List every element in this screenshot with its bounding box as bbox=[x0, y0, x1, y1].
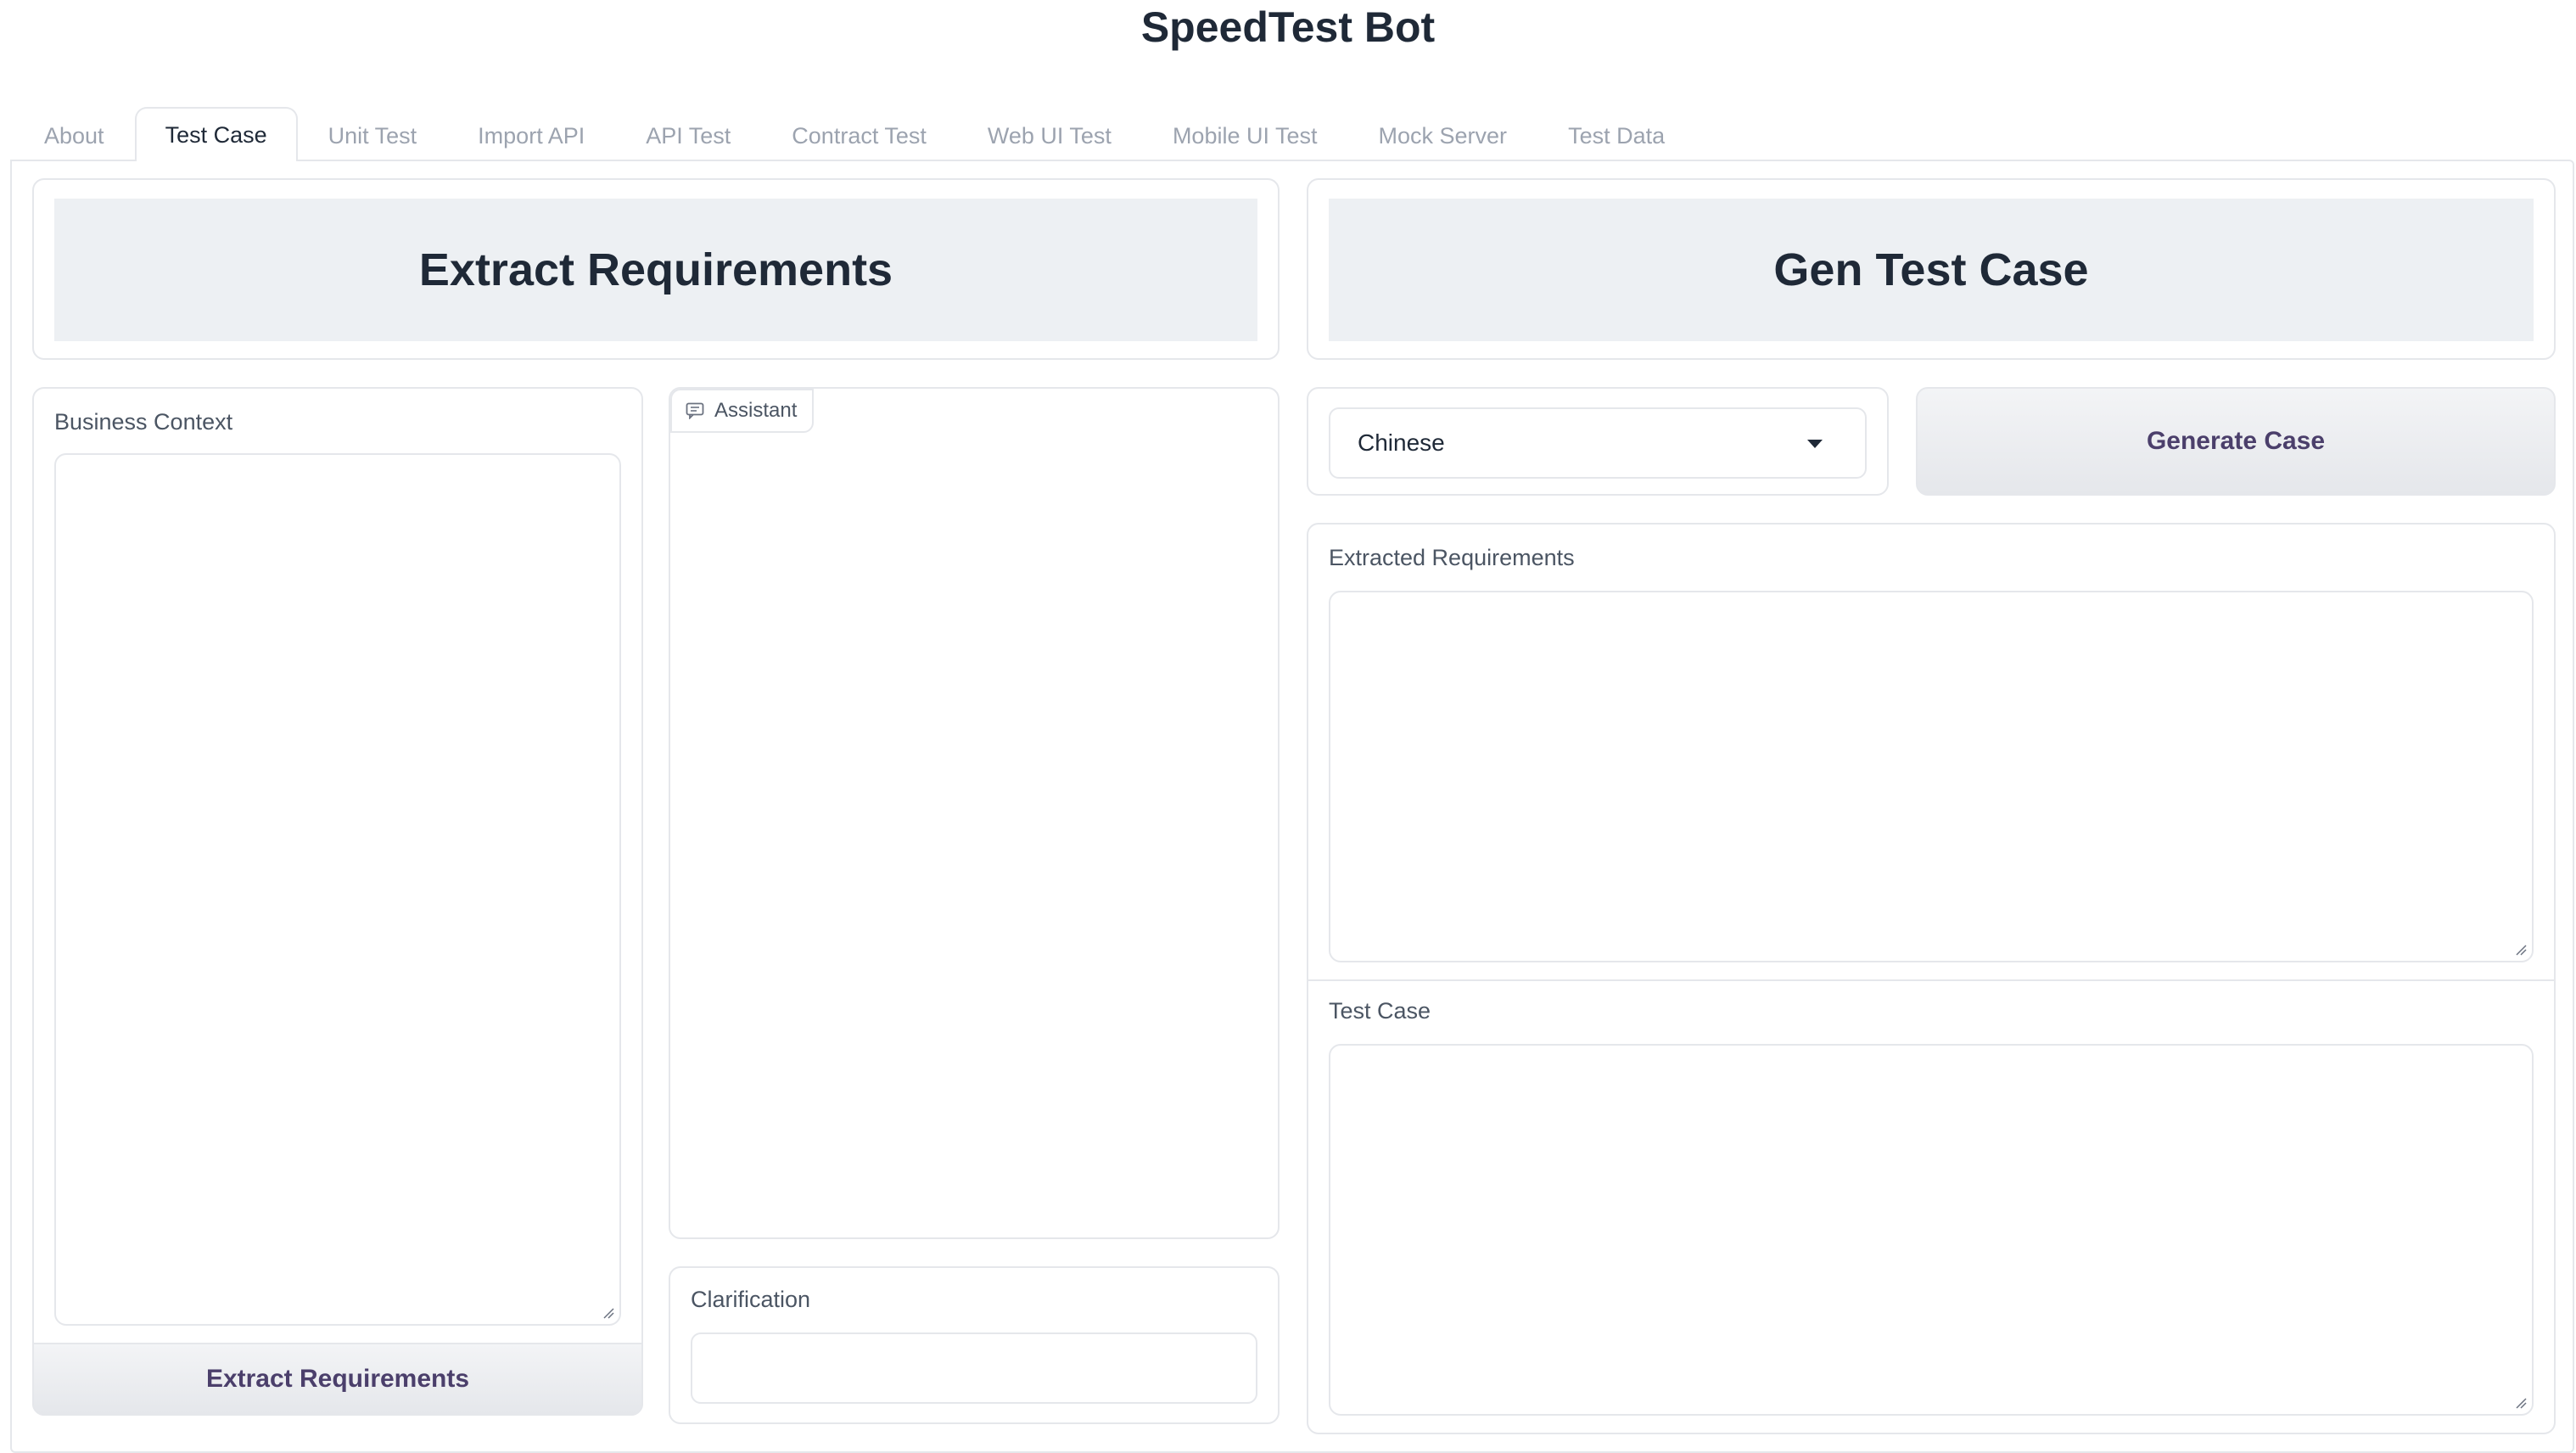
test-case-textarea[interactable] bbox=[1329, 1044, 2534, 1416]
business-context-textarea[interactable] bbox=[54, 453, 621, 1326]
section-divider bbox=[1308, 979, 2554, 981]
tab-contract-test[interactable]: Contract Test bbox=[761, 109, 957, 161]
tab-mobile-ui-test[interactable]: Mobile UI Test bbox=[1142, 109, 1348, 161]
extracted-requirements-textarea[interactable] bbox=[1329, 591, 2534, 962]
tab-unit-test[interactable]: Unit Test bbox=[298, 109, 448, 161]
tab-import-api[interactable]: Import API bbox=[447, 109, 615, 161]
tab-test-case[interactable]: Test Case bbox=[134, 107, 298, 161]
generate-case-button[interactable]: Generate Case bbox=[1916, 387, 2556, 496]
extract-requirements-heading: Extract Requirements bbox=[54, 199, 1257, 341]
business-context-box: Business Context Extract Requirements bbox=[32, 387, 643, 1416]
chevron-down-icon bbox=[1807, 440, 1823, 448]
tab-about[interactable]: About bbox=[14, 109, 135, 161]
resize-grip-icon[interactable] bbox=[602, 1307, 614, 1319]
resize-grip-icon[interactable] bbox=[2515, 1397, 2527, 1409]
assistant-chatbot: Assistant bbox=[669, 387, 1280, 1239]
clarification-label: Clarification bbox=[691, 1287, 811, 1312]
business-context-label: Business Context bbox=[54, 409, 233, 435]
gen-test-case-heading: Gen Test Case bbox=[1329, 199, 2534, 341]
language-dropdown[interactable]: Chinese bbox=[1329, 407, 1867, 479]
language-select-box: Chinese bbox=[1307, 387, 1889, 496]
app-title: SpeedTest Bot bbox=[1140, 3, 1436, 51]
tab-mock-server[interactable]: Mock Server bbox=[1348, 109, 1538, 161]
assistant-chip: Assistant bbox=[670, 389, 815, 433]
results-box: Extracted Requirements Test Case bbox=[1307, 523, 2556, 1434]
extract-requirements-button[interactable]: Extract Requirements bbox=[32, 1343, 643, 1416]
gen-test-case-header-box: Gen Test Case bbox=[1307, 178, 2556, 360]
resize-grip-icon[interactable] bbox=[2515, 944, 2527, 956]
tab-bar: About Test Case Unit Test Import API API… bbox=[14, 107, 2568, 161]
clarification-box: Clarification bbox=[669, 1266, 1280, 1424]
tab-web-ui-test[interactable]: Web UI Test bbox=[957, 109, 1142, 161]
clarification-input[interactable] bbox=[691, 1332, 1257, 1404]
language-selected-value: Chinese bbox=[1358, 429, 1445, 456]
tab-test-data[interactable]: Test Data bbox=[1537, 109, 1695, 161]
assistant-label: Assistant bbox=[714, 399, 798, 422]
test-case-label: Test Case bbox=[1329, 998, 1431, 1024]
chat-icon bbox=[686, 402, 704, 419]
tab-api-test[interactable]: API Test bbox=[615, 109, 761, 161]
extracted-requirements-label: Extracted Requirements bbox=[1329, 545, 1575, 570]
extract-requirements-header-box: Extract Requirements bbox=[32, 178, 1280, 360]
